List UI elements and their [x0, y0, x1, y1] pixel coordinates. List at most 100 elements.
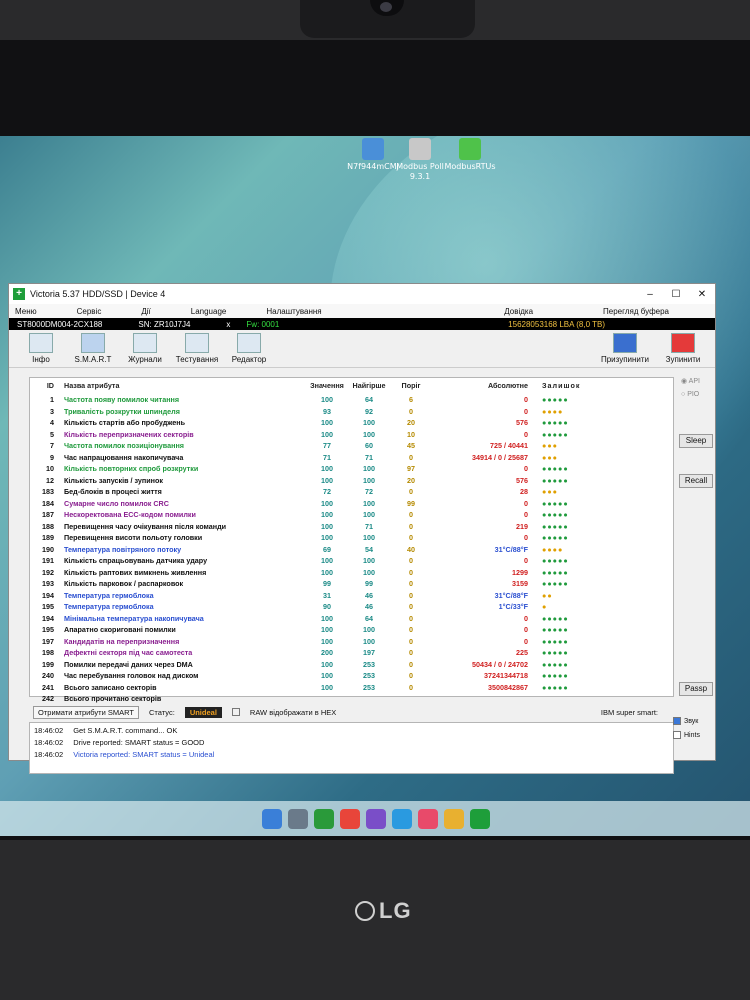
recall-button[interactable]: Recall — [679, 474, 713, 488]
table-row[interactable]: 3 Тривалість розкрутки шпинделя 93 92 0 0 ●●●● — [30, 406, 673, 418]
api-radio[interactable]: ◉ API — [681, 377, 700, 385]
table-row[interactable]: 189 Перевищення висоти польоту головки 100… — [30, 532, 673, 544]
sound-checkbox[interactable] — [673, 717, 681, 725]
table-row[interactable]: 183 Бед-блоків в процесі життя 72 72 0 28 ●●● — [30, 486, 673, 498]
cell-rem: ●●●●● — [542, 464, 569, 473]
cell-thr: 10 — [407, 429, 415, 439]
viber-icon[interactable] — [366, 809, 386, 829]
table-row[interactable]: 187 Нескоректована ECC-кодом помилки 100 10… — [30, 509, 673, 521]
menu-item[interactable]: Налаштування — [266, 307, 321, 316]
drive-close[interactable]: x — [218, 320, 238, 329]
window-title: Victoria 5.37 HDD/SSD | Device 4 — [30, 289, 166, 299]
pio-radio[interactable]: ○ PIO — [681, 391, 699, 398]
column-header[interactable]: ID — [30, 378, 58, 394]
table-row[interactable]: 195 Апаратно скориговані помилки 100 100 0 0 ●… — [30, 624, 673, 636]
table-row[interactable]: 188 Перевищення часу очікування після ком… — [30, 521, 673, 533]
table-row[interactable]: 197 Кандидатів на перепризначення 100 100 0 0… — [30, 636, 673, 648]
sleep-button[interactable]: Sleep — [679, 434, 713, 448]
info-tool[interactable]: Інфо — [15, 333, 67, 364]
table-row[interactable]: 10 Кількість повторних спроб розкрутки 100… — [30, 463, 673, 475]
table-row[interactable]: 199 Помилки передачі даних через DMA 100 25… — [30, 659, 673, 671]
windows-icon[interactable] — [262, 809, 282, 829]
table-row[interactable]: 242 Всього прочитано секторів — [30, 693, 673, 705]
table-row[interactable]: 193 Кількість парковок / распарковок 99 99 0… — [30, 578, 673, 590]
column-header[interactable]: Назва атрибута — [58, 378, 306, 394]
menu-item[interactable]: Дії — [141, 307, 150, 316]
cell-val: 100 — [321, 521, 333, 531]
cell-rem: ●●●●● — [542, 648, 569, 657]
table-row[interactable]: 198 Дефектні секторя під час самотеста 200… — [30, 647, 673, 659]
music-icon[interactable] — [418, 809, 438, 829]
hints-option[interactable]: Hints — [673, 728, 700, 742]
cell-rem: ●●●●● — [542, 659, 569, 669]
table-row[interactable]: 195 Температура гермоблока 90 46 0 1°C/33°F ● — [30, 601, 673, 613]
smart-tool[interactable]: S.M.A.R.T — [67, 333, 119, 364]
cell-thr: 0 — [409, 510, 413, 519]
desktop-icon[interactable]: ModbusRTUs — [440, 138, 500, 172]
menu-item[interactable]: Сервіс — [77, 307, 102, 316]
table-row[interactable]: 191 Кількість спрацьовувань датчика удару… — [30, 555, 673, 567]
cell-worst: 253 — [363, 671, 375, 680]
raw-hex-checkbox[interactable] — [231, 708, 240, 716]
table-row[interactable]: 5 Кількість перепризначених секторів 100 10… — [30, 429, 673, 441]
column-header[interactable]: Абсолютне — [432, 378, 532, 394]
menu-item[interactable]: Перегляд буфера — [603, 307, 669, 316]
table-row[interactable]: 1 Частота появу помилок читання 100 64 6 0 ●●●… — [30, 394, 673, 406]
menu-item[interactable]: Меню — [15, 307, 37, 316]
close-button[interactable]: ✕ — [689, 289, 715, 300]
minimize-button[interactable]: – — [637, 289, 663, 300]
table-row[interactable]: 184 Сумарне число помилок CRC 100 100 99 0 ●●●… — [30, 498, 673, 510]
testing-tool[interactable]: Тестування — [171, 333, 223, 364]
xbox-icon[interactable] — [314, 809, 334, 829]
editor-tool[interactable]: Редактор — [223, 333, 275, 364]
cell-abs: 0 — [524, 636, 528, 646]
get-smart-button[interactable]: Отримати атрибути SMART — [33, 705, 140, 719]
column-header[interactable]: Значення — [306, 378, 348, 394]
cell-id: 242 — [42, 694, 54, 703]
hints-checkbox[interactable] — [673, 731, 681, 739]
maximize-button[interactable]: ☐ — [663, 289, 689, 300]
table-row[interactable]: 240 Час перебування головок над диском 100… — [30, 670, 673, 682]
menu-item[interactable]: Language — [191, 307, 227, 316]
folder-icon[interactable] — [444, 809, 464, 829]
cell-val: 100 — [321, 395, 333, 404]
settings-icon[interactable] — [288, 809, 308, 829]
column-header[interactable]: Залишок — [532, 378, 592, 394]
sound-option[interactable]: Звук — [673, 714, 700, 728]
cell-id: 192 — [42, 567, 54, 577]
logs-tool[interactable]: Журнали — [119, 333, 171, 364]
table-row[interactable]: 190 Температура повітряного потоку 69 54 40 3… — [30, 544, 673, 556]
cell-rem: ●●● — [542, 452, 559, 462]
table-row[interactable]: 12 Кількість запусків / зупинок 100 100 20 57… — [30, 475, 673, 487]
testing-tool-icon — [185, 333, 209, 353]
column-header[interactable]: Найгірше — [348, 378, 390, 394]
cell-name: Температура гермоблока — [64, 602, 154, 611]
table-row[interactable]: 241 Всього записано секторів 100 253 0 350084… — [30, 682, 673, 694]
log-entry: 18:46:02 Victoria reported: SMART status … — [34, 750, 669, 762]
telegram-icon[interactable] — [392, 809, 412, 829]
table-row[interactable]: 194 Температура гермоблока 31 46 0 31°C/88°F ●… — [30, 590, 673, 602]
table-row[interactable]: 9 Час напрацювання накопичувача 71 71 0 34914… — [30, 452, 673, 464]
pause-button[interactable]: Призупинити — [599, 333, 651, 364]
cell-id: 1 — [50, 395, 54, 404]
table-row[interactable]: 192 Кількість раптових вимкнень живлення 1… — [30, 567, 673, 579]
table-row[interactable]: 4 Кількість стартів або пробуджень 100 100 2… — [30, 417, 673, 429]
cell-name: Перевищення висоти польоту головки — [64, 533, 203, 542]
cell-rem: ● — [542, 602, 548, 611]
status-bar: Отримати атрибути SMART Статус: Unideal … — [29, 704, 674, 720]
status-label: Статус: — [149, 707, 175, 717]
log-time: 18:46:02 — [34, 750, 64, 759]
table-row[interactable]: 7 Частота помилок позиціонування 77 60 45 725… — [30, 440, 673, 452]
menu-item[interactable]: Довідка — [504, 307, 533, 316]
column-header[interactable]: Поріг — [390, 378, 432, 394]
table-row[interactable]: 194 Мінімальна температура накопичувача 10… — [30, 613, 673, 625]
chrome-icon[interactable] — [340, 809, 360, 829]
victoria-icon[interactable] — [470, 809, 490, 829]
cell-val: 72 — [323, 487, 331, 496]
cell-rem: ●●● — [542, 487, 559, 496]
stop-button[interactable]: Зупинити — [657, 333, 709, 364]
log-panel: 18:46:02 Get S.M.A.R.T. command... OK 18:4… — [29, 722, 674, 774]
cell-name: Кількість спрацьовувань датчика удару — [64, 556, 208, 565]
drive-model[interactable]: ST8000DM004-2CX188 — [9, 320, 110, 329]
passp-button[interactable]: Passp — [679, 682, 713, 696]
